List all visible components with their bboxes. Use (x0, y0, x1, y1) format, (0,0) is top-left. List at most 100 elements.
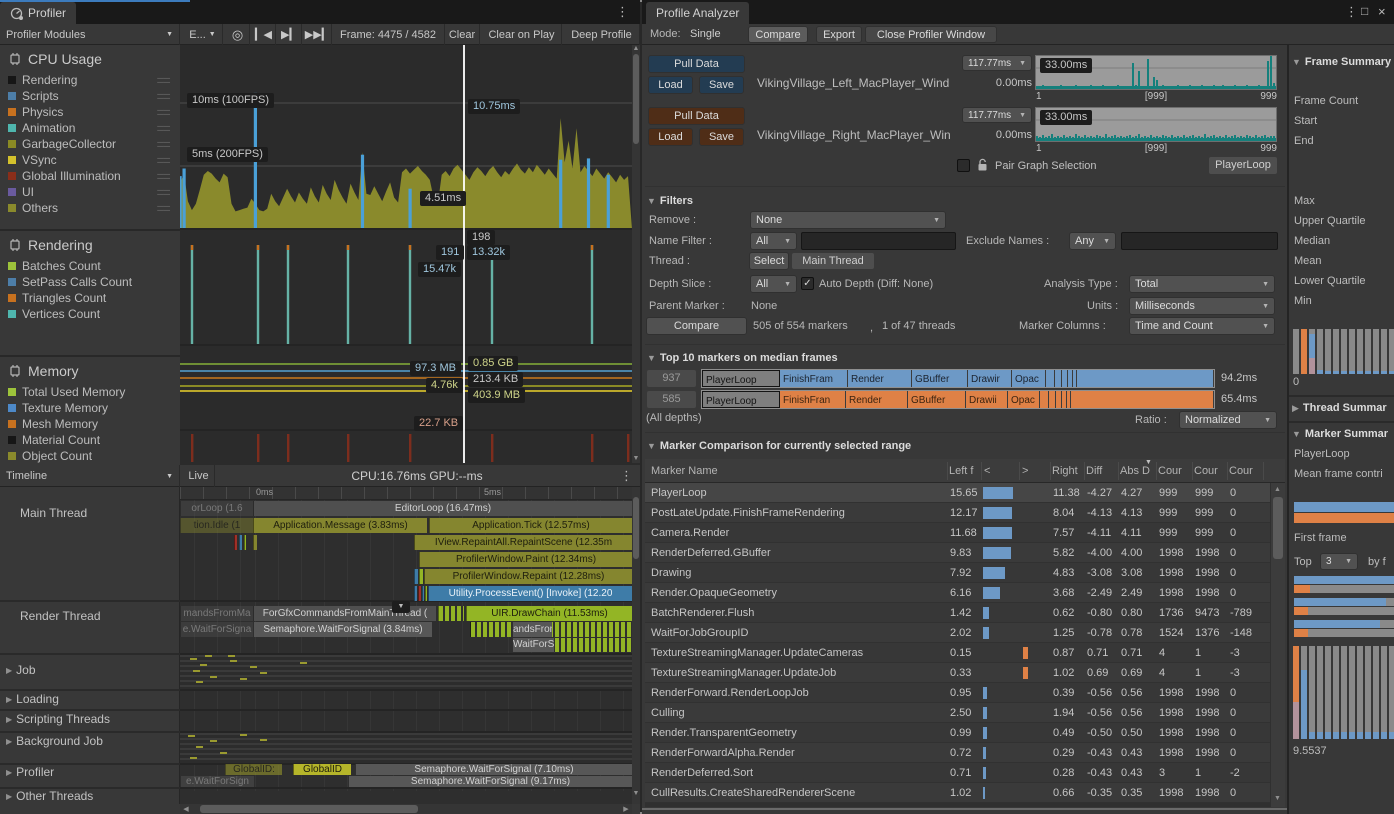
drag-handle-icon[interactable]: ──── (157, 124, 170, 132)
top-n-dropdown[interactable]: 3▼ (1320, 553, 1358, 570)
timeline-hthumb[interactable] (200, 805, 418, 813)
auto-depth-checkbox[interactable]: ✓ (801, 277, 814, 290)
timeline-bar[interactable]: Utility.ProcessEvent() [Invoke] (12.20 (428, 586, 632, 601)
top10-segment[interactable]: Drawii (966, 391, 1008, 408)
timeline-menu-kebab-icon[interactable]: ⋮ (620, 468, 633, 484)
timeline-vthumb[interactable] (633, 497, 639, 559)
mode-compare-button[interactable]: Compare (748, 26, 808, 43)
column-header-9[interactable]: Cour (1229, 465, 1253, 477)
top10-segment[interactable]: FinishFran (780, 391, 846, 408)
charts-scrollbar[interactable]: ▲▼ (632, 45, 640, 463)
thread-label-loading[interactable]: ▶Loading (6, 691, 59, 707)
thread-label-job[interactable]: ▶Job (6, 662, 36, 678)
thread-label-render-thread[interactable]: Render Thread (20, 608, 101, 624)
frame-summary-header[interactable]: ▼Frame Summary (1292, 55, 1394, 69)
column-separator[interactable] (1263, 462, 1264, 480)
top10-segment[interactable]: Render (846, 391, 908, 408)
clear-on-play-button[interactable]: Clear on Play (482, 24, 562, 45)
table-row[interactable]: RenderDeferred.GBuffer9.835.82-4.004.001… (645, 543, 1270, 563)
timeline-bar[interactable]: GlobalID: (225, 764, 282, 775)
top10-segment[interactable] (1077, 370, 1214, 387)
thread-label-profiler[interactable]: ▶Profiler (6, 764, 54, 780)
timeline-bar[interactable]: e.WaitForSigna (180, 622, 253, 637)
thread-summary-header[interactable]: ▶Thread Summar (1292, 401, 1394, 415)
top10-segment[interactable]: PlayerLoop (702, 370, 780, 387)
timeline-vscrollbar[interactable]: ▼ (632, 487, 640, 804)
column-separator[interactable] (1084, 462, 1085, 480)
scroll-down-icon[interactable]: ▼ (632, 790, 640, 798)
timeline-bar[interactable] (234, 535, 237, 550)
name-filter-mode-dropdown[interactable]: All▼ (750, 232, 797, 250)
close-icon[interactable]: × (1378, 4, 1386, 19)
drag-handle-icon[interactable]: ──── (157, 172, 170, 180)
timeline-bar[interactable] (418, 586, 421, 601)
profiler-menu-kebab-icon[interactable]: ⋮ (616, 4, 629, 20)
timeline-bar[interactable]: Application.Tick (12.57ms) (429, 518, 632, 533)
legend-item-global-illumination[interactable]: Global Illumination──── (8, 168, 176, 184)
column-separator[interactable] (981, 462, 982, 480)
timeline-bar[interactable]: mandsFromMa (180, 606, 253, 621)
scroll-up-icon[interactable]: ▲ (1274, 486, 1281, 494)
load-button-1[interactable]: Load (648, 128, 693, 146)
column-header-5[interactable]: Diff (1086, 465, 1102, 477)
timeline-bar[interactable] (438, 606, 464, 621)
selected-marker-chip[interactable]: PlayerLoop (1209, 157, 1277, 174)
legend-item-triangles-count[interactable]: Triangles Count (8, 290, 176, 306)
top10-segment[interactable] (1055, 370, 1062, 387)
legend-item-others[interactable]: Others──── (8, 200, 176, 216)
top10-bar-0[interactable]: PlayerLoopFinishFramRenderGBufferDrawirO… (701, 369, 1215, 388)
top10-frame-chip-1[interactable]: 585 (647, 391, 696, 408)
range-dropdown-1[interactable]: 117.77ms▼ (962, 107, 1032, 123)
marker-columns-dropdown[interactable]: Time and Count▼ (1129, 317, 1275, 335)
foldout-icon[interactable]: ▶ (6, 792, 12, 801)
legend-item-animation[interactable]: Animation──── (8, 120, 176, 136)
table-row[interactable]: PlayerLoop15.6511.38-4.274.279999990 (645, 483, 1270, 503)
timeline-bar[interactable]: Application.Message (3.83ms) (253, 518, 427, 533)
column-separator[interactable] (1050, 462, 1051, 480)
legend-item-garbagecollector[interactable]: GarbageCollector──── (8, 136, 176, 152)
save-button-0[interactable]: Save (699, 76, 744, 94)
timeline-bar[interactable] (414, 569, 418, 584)
legend-item-object-count[interactable]: Object Count (8, 448, 176, 464)
legend-item-ui[interactable]: UI──── (8, 184, 176, 200)
thread-label-other-threads[interactable]: ▶Other Threads (6, 788, 93, 804)
table-row[interactable]: Drawing7.924.83-3.083.08199819980 (645, 563, 1270, 583)
analysis-type-dropdown[interactable]: Total▼ (1129, 275, 1275, 293)
table-row[interactable]: RenderForwardAlpha.Render0.720.29-0.430.… (645, 743, 1270, 763)
drag-handle-icon[interactable]: ──── (157, 76, 170, 84)
timeline-bar[interactable] (419, 569, 423, 584)
compare-button[interactable]: Compare (646, 317, 747, 335)
column-header-2[interactable]: < (984, 465, 990, 477)
live-button[interactable]: Live (183, 465, 215, 487)
timeline-bar[interactable] (239, 535, 242, 550)
drag-handle-icon[interactable]: ──── (157, 188, 170, 196)
name-filter-input[interactable] (801, 232, 956, 250)
table-row[interactable]: PostLateUpdate.FinishFrameRendering12.17… (645, 503, 1270, 523)
exclude-names-input[interactable] (1121, 232, 1278, 250)
table-scrollbar-thumb[interactable] (1273, 497, 1283, 559)
timeline-track[interactable]: orLoop (1.6EditorLoop (16.47ms)tion.Idle… (180, 500, 632, 791)
filters-header[interactable]: ▼Filters (647, 194, 693, 208)
timeline-bar[interactable]: e.WaitForSign (180, 776, 254, 787)
close-profiler-window-button[interactable]: Close Profiler Window (865, 26, 997, 43)
tab-profiler[interactable]: Profiler (0, 2, 76, 24)
drag-handle-icon[interactable]: ──── (157, 204, 170, 212)
top10-segment[interactable]: FinishFram (780, 370, 848, 387)
timeline-bar[interactable] (244, 535, 246, 550)
table-row[interactable]: Render.TransparentGeometry0.990.49-0.500… (645, 723, 1270, 743)
column-separator[interactable] (947, 462, 948, 480)
export-button[interactable]: Export (816, 26, 862, 43)
timeline-bar[interactable]: ProfilerWindow.Paint (12.34ms) (419, 552, 632, 567)
timeline-bar[interactable]: andsFrom (512, 622, 552, 637)
timeline-bar[interactable]: EditorLoop (16.47ms) (253, 501, 632, 516)
legend-item-material-count[interactable]: Material Count (8, 432, 176, 448)
top10-segment[interactable]: GBuffer (912, 370, 968, 387)
timeline-bar[interactable] (253, 535, 257, 550)
timeline-bar[interactable]: tion.Idle (1 (180, 518, 253, 533)
collapse-group-icon[interactable]: ▼ (392, 601, 410, 613)
depth-slice-dropdown[interactable]: All▼ (750, 275, 797, 293)
top10-segment[interactable]: Opac (1008, 391, 1040, 408)
scroll-right-icon[interactable]: ▶ (622, 805, 630, 813)
foldout-icon[interactable]: ▶ (6, 695, 12, 704)
charts-scrollbar-thumb[interactable] (633, 54, 639, 144)
